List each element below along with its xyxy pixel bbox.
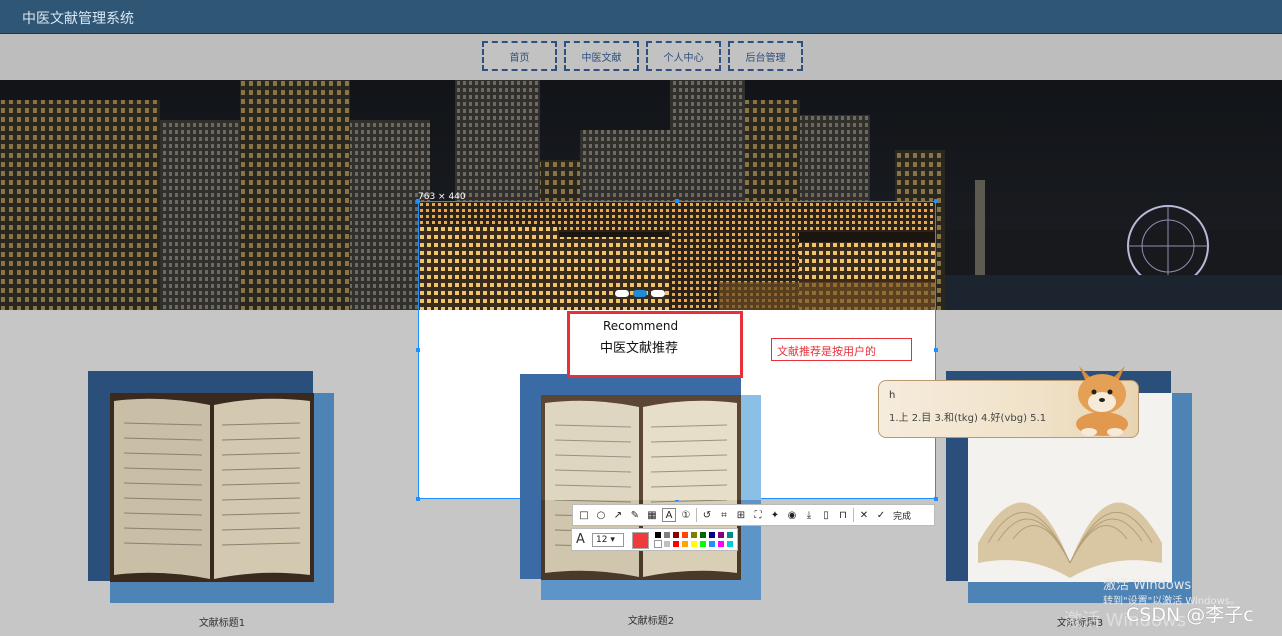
windows-activation-title: 激活 Windows [1103, 578, 1192, 593]
color-swatch[interactable] [708, 540, 716, 548]
font-size-select[interactable]: 12 ▾ [592, 533, 624, 547]
carousel-dot[interactable] [615, 290, 629, 297]
annotation-text-input[interactable]: 文献推荐是按用户的 [771, 338, 912, 361]
resize-handle[interactable] [934, 199, 938, 203]
open-book-image [110, 393, 314, 582]
color-swatch[interactable] [681, 531, 689, 539]
capture-icon[interactable]: ⛶ [751, 508, 765, 522]
resize-handle[interactable] [416, 199, 420, 203]
card-title-2[interactable]: 文献标题2 [581, 612, 721, 627]
record-icon[interactable]: ◉ [785, 508, 799, 522]
resize-handle[interactable] [416, 497, 420, 501]
text-style-palette: A 12 ▾ [571, 528, 738, 551]
resize-handle[interactable] [934, 497, 938, 501]
mosaic-icon[interactable]: ▦ [645, 508, 659, 522]
ocr-icon[interactable]: ⌗ [717, 508, 731, 522]
color-swatch[interactable] [672, 540, 680, 548]
card-title-1[interactable]: 文献标题1 [152, 614, 292, 629]
color-swatch[interactable] [717, 540, 725, 548]
app-title: 中医文献管理系统 [22, 11, 134, 27]
color-swatch[interactable] [708, 531, 716, 539]
font-size-value: 12 [596, 535, 608, 545]
resize-handle[interactable] [675, 199, 679, 203]
carousel-dot[interactable] [651, 290, 665, 297]
color-swatch[interactable] [717, 531, 725, 539]
download-icon[interactable]: ⤓ [802, 508, 816, 522]
color-swatch[interactable] [690, 540, 698, 548]
done-button[interactable]: 完成 [893, 509, 911, 522]
shiba-dog-icon [1076, 366, 1128, 436]
recommend-title-zh: 中医文献推荐 [600, 341, 679, 356]
pen-icon[interactable]: ✎ [628, 508, 642, 522]
nav-home[interactable]: 首页 [482, 41, 557, 71]
color-swatch[interactable] [654, 540, 662, 548]
undo-icon[interactable]: ↺ [700, 508, 714, 522]
color-swatch[interactable] [672, 531, 680, 539]
resize-handle[interactable] [416, 348, 420, 352]
toolbar-divider [853, 508, 854, 522]
recommend-title-en: Recommend [603, 319, 679, 333]
carousel-dot-active[interactable] [633, 290, 647, 297]
card-image[interactable] [110, 393, 314, 582]
ime-input-text: h [889, 390, 896, 401]
close-icon[interactable]: ✕ [857, 508, 871, 522]
text-icon[interactable]: A [662, 508, 676, 522]
color-swatch[interactable] [681, 540, 689, 548]
color-swatch[interactable] [699, 531, 707, 539]
carousel-image [419, 202, 935, 310]
color-swatch[interactable] [699, 540, 707, 548]
ellipse-icon[interactable]: ○ [594, 508, 608, 522]
font-icon: A [576, 532, 585, 547]
color-swatch[interactable] [663, 531, 671, 539]
check-icon[interactable]: ✓ [874, 508, 888, 522]
number-icon[interactable]: ① [679, 508, 693, 522]
current-color-swatch[interactable] [632, 532, 649, 549]
save-icon[interactable]: ▯ [819, 508, 833, 522]
rectangle-icon[interactable]: □ [577, 508, 591, 522]
color-swatch[interactable] [726, 531, 734, 539]
translate-icon[interactable]: ⊞ [734, 508, 748, 522]
color-swatch[interactable] [726, 540, 734, 548]
toolbar-divider [696, 508, 697, 522]
app-header: 中医文献管理系统 [0, 0, 1282, 34]
open-book-image [541, 395, 741, 500]
pin-icon[interactable]: ✦ [768, 508, 782, 522]
nav-profile[interactable]: 个人中心 [646, 41, 721, 71]
nav-literature[interactable]: 中医文献 [564, 41, 639, 71]
bookmark-icon[interactable]: ⊓ [836, 508, 850, 522]
color-swatch[interactable] [654, 531, 662, 539]
resize-handle[interactable] [934, 348, 938, 352]
card-backdrop-light [741, 395, 761, 500]
carousel-indicators [615, 290, 665, 297]
main-nav: 首页 中医文献 个人中心 后台管理 [0, 34, 1282, 80]
nav-admin[interactable]: 后台管理 [728, 41, 803, 71]
card-image-highlight [541, 395, 741, 500]
ime-candidates[interactable]: 1.上 2.目 3.和(tkg) 4.好(vbg) 5.1 [889, 409, 1046, 424]
csdn-credit: CSDN @李子c [1126, 604, 1254, 626]
color-swatch[interactable] [663, 540, 671, 548]
screenshot-toolbar: □ ○ ↗ ✎ ▦ A ① ↺ ⌗ ⊞ ⛶ ✦ ◉ ⤓ ▯ ⊓ ✕ ✓ 完成 [572, 504, 935, 526]
arrow-icon[interactable]: ↗ [611, 508, 625, 522]
color-swatch[interactable] [690, 531, 698, 539]
